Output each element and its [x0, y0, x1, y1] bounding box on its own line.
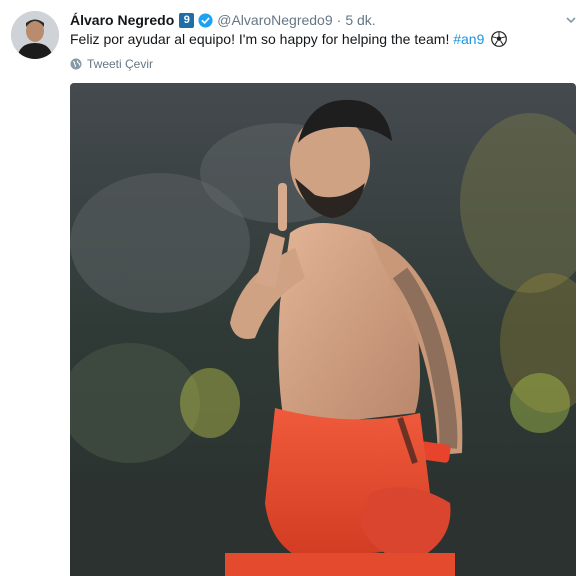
separator: · — [336, 12, 342, 28]
translate-tweet-link[interactable]: Tweeti Çevir — [70, 57, 153, 71]
timestamp[interactable]: 5 dk. — [345, 12, 375, 28]
tweet-body: Feliz por ayudar al equipo! I'm so happy… — [70, 31, 450, 47]
globe-icon — [70, 58, 82, 70]
verified-badge-icon — [198, 12, 213, 28]
soccer-ball-icon — [491, 31, 508, 51]
tweet-text: Feliz por ayudar al equipo! I'm so happy… — [70, 30, 577, 51]
number-badge: 9 — [179, 12, 195, 28]
hashtag-link[interactable]: #an9 — [453, 31, 484, 47]
author-handle[interactable]: @AlvaroNegredo9 — [217, 12, 332, 28]
chevron-down-icon[interactable] — [565, 14, 577, 26]
tweet-photo[interactable] — [70, 83, 576, 576]
avatar[interactable] — [11, 11, 59, 59]
tweet-header: Álvaro Negredo 9 @AlvaroNegredo9 · 5 dk. — [70, 10, 577, 30]
translate-label: Tweeti Çevir — [87, 57, 154, 71]
tweet: Álvaro Negredo 9 @AlvaroNegredo9 · 5 dk.… — [0, 0, 585, 576]
author-name[interactable]: Álvaro Negredo — [70, 12, 174, 28]
